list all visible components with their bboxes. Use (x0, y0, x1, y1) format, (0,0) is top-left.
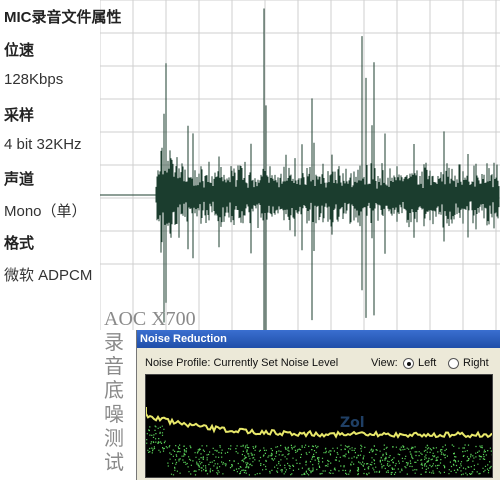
file-properties: MIC录音文件属性 位速 128Kbps 采样 4 bit 32KHz 声道 M… (0, 0, 122, 480)
format-label: 格式 (4, 235, 35, 252)
noise-profile-label: Noise Profile: Currently Set Noise Level (145, 357, 339, 369)
caption-char: 测 (104, 426, 124, 450)
caption-char: 试 (104, 450, 124, 474)
format-value: 微软 ADPCM (4, 267, 93, 284)
channel-label: 声道 (4, 171, 35, 188)
noise-reduction-window: Noise Reduction Noise Profile: Currently… (136, 330, 500, 480)
waveform-panel (100, 0, 500, 330)
bitrate-label: 位速 (4, 42, 35, 59)
noise-profile-graph (145, 374, 493, 478)
caption-char: 噪 (104, 402, 124, 426)
sampling-label: 采样 (4, 107, 35, 124)
watermark: Zol (340, 415, 365, 431)
bitrate-value: 128Kbps (4, 71, 64, 88)
view-label: View: (371, 357, 398, 369)
left-option-label: Left (418, 357, 437, 369)
caption-char: 音 (104, 354, 124, 378)
waveform-graph (100, 0, 500, 330)
noise-profile-plot (146, 407, 492, 476)
left-radio[interactable] (403, 358, 414, 369)
properties-title: MIC录音文件属性 (4, 9, 122, 26)
caption-char: 录 (104, 330, 124, 354)
waveform-trace (155, 8, 500, 330)
right-radio[interactable] (448, 358, 459, 369)
right-option-label: Right (463, 357, 489, 369)
vertical-caption: 录 音 底 噪 测 试 (104, 330, 134, 474)
noise-dots (146, 425, 492, 476)
noise-level-line (146, 407, 492, 439)
sampling-value: 4 bit 32KHz (4, 136, 82, 153)
window-titlebar[interactable]: Noise Reduction (137, 330, 500, 348)
channel-value: Mono（单） (4, 203, 87, 220)
caption-char: 底 (104, 378, 124, 402)
model-caption: AOC X700 (104, 308, 196, 330)
